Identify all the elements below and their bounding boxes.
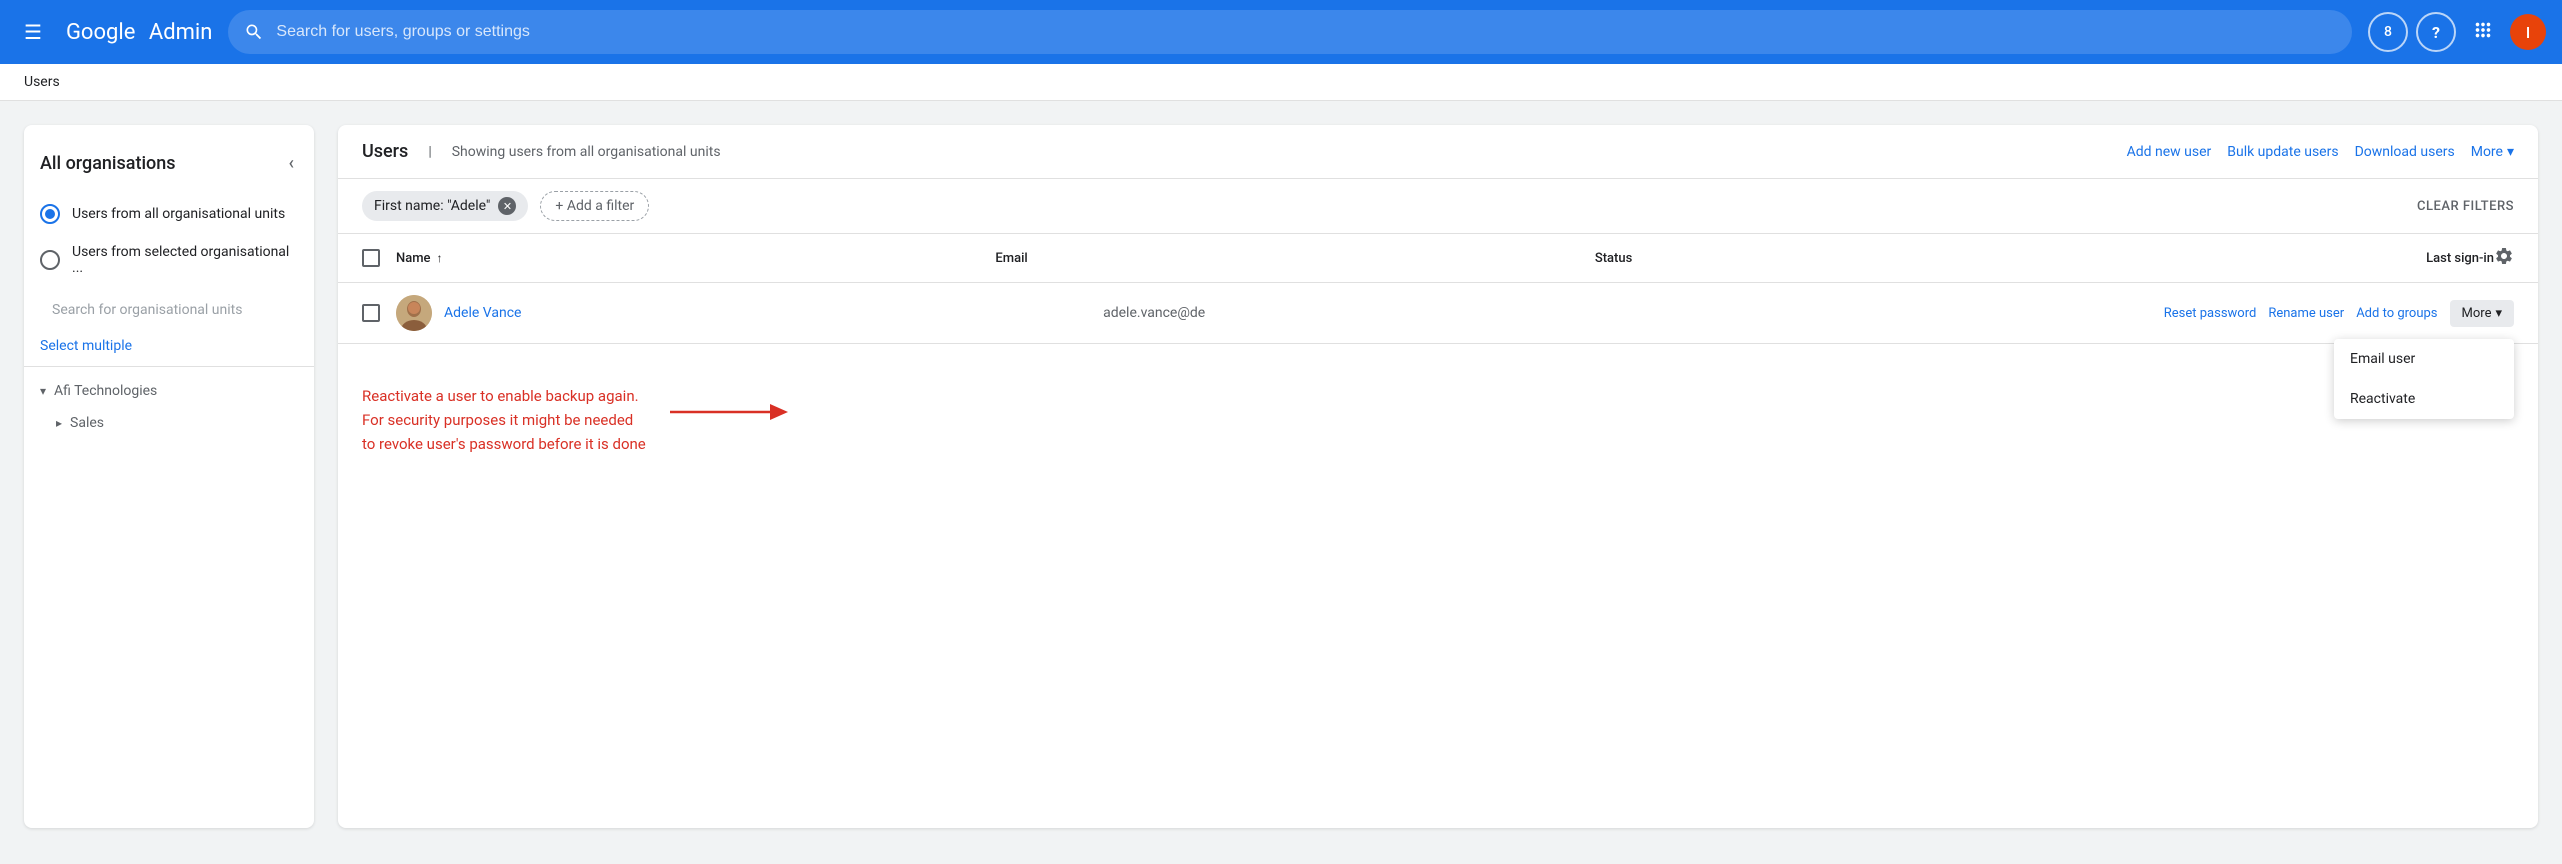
sort-arrow-icon: ↑ xyxy=(437,251,443,265)
help-btn[interactable]: ? xyxy=(2416,12,2456,52)
more-dropdown-menu: Email user Reactivate xyxy=(2334,339,2514,419)
add-filter-btn[interactable]: + Add a filter xyxy=(540,191,649,221)
header-more-btn[interactable]: More ▾ xyxy=(2471,144,2514,160)
apps-icon[interactable] xyxy=(2464,11,2502,54)
info-message-area: Reactivate a user to enable backup again… xyxy=(338,344,2538,496)
sidebar-divider xyxy=(24,366,314,367)
reset-password-btn[interactable]: Reset password xyxy=(2164,306,2257,321)
col-last-signin-header: Last sign-in xyxy=(1895,251,2494,266)
checkbox-all[interactable] xyxy=(362,249,380,267)
col-email-header: Email xyxy=(995,251,1594,266)
add-to-groups-btn[interactable]: Add to groups xyxy=(2356,306,2437,321)
col-name-label: Name xyxy=(396,251,431,266)
sidebar-collapse-btn[interactable]: ‹ xyxy=(284,149,298,178)
radio-unselected-indicator xyxy=(40,250,60,270)
org-item-sales[interactable]: ▸ Sales xyxy=(24,407,314,439)
search-icon xyxy=(244,22,264,42)
support-btn[interactable]: 8 xyxy=(2368,12,2408,52)
info-arrow-icon xyxy=(670,392,790,432)
bulk-update-users-btn[interactable]: Bulk update users xyxy=(2227,144,2338,160)
filters-row: First name: "Adele" ✕ + Add a filter CLE… xyxy=(338,179,2538,234)
col-status-header: Status xyxy=(1595,251,1895,266)
page-title: Users xyxy=(362,141,408,162)
rename-user-btn[interactable]: Rename user xyxy=(2268,306,2344,321)
filter-chip-close-btn[interactable]: ✕ xyxy=(498,197,516,215)
dropdown-reactivate[interactable]: Reactivate xyxy=(2334,379,2514,419)
col-name-header[interactable]: Name ↑ xyxy=(396,251,995,266)
search-input[interactable] xyxy=(276,23,2336,41)
user-name-cell: Adele Vance xyxy=(396,295,1103,331)
select-multiple-btn[interactable]: Select multiple xyxy=(24,334,314,358)
content-header: Users | Showing users from all organisat… xyxy=(338,125,2538,179)
checkbox-row[interactable] xyxy=(362,304,380,322)
more-label: More xyxy=(2462,306,2492,321)
user-photo xyxy=(396,295,432,331)
info-message-text: Reactivate a user to enable backup again… xyxy=(362,384,646,456)
radio-all-org-units[interactable]: Users from all organisational units xyxy=(32,194,306,234)
logo-admin: Admin xyxy=(149,20,213,45)
row-checkbox[interactable] xyxy=(362,304,380,322)
add-filter-label: + Add a filter xyxy=(555,198,634,214)
breadcrumb-label: Users xyxy=(24,74,60,90)
org-search-placeholder: Search for organisational units xyxy=(52,302,242,318)
header-actions: 8 ? I xyxy=(2368,11,2546,54)
global-search-bar[interactable] xyxy=(228,10,2352,54)
sidebar: All organisations ‹ Users from all organ… xyxy=(24,125,314,828)
filter-chip-label: First name: "Adele" xyxy=(374,198,490,214)
select-all-checkbox[interactable] xyxy=(362,249,380,267)
sidebar-title: All organisations xyxy=(40,153,176,174)
user-avatar[interactable]: I xyxy=(2510,14,2546,50)
dropdown-email-user[interactable]: Email user xyxy=(2334,339,2514,379)
clear-filters-btn[interactable]: CLEAR FILTERS xyxy=(2417,199,2514,214)
org-unit-search[interactable]: Search for organisational units xyxy=(40,294,298,326)
add-new-user-btn[interactable]: Add new user xyxy=(2127,144,2212,160)
arrow-graphic xyxy=(670,392,790,432)
user-actions: Reset password Rename user Add to groups… xyxy=(2164,300,2514,327)
main-container: All organisations ‹ Users from all organ… xyxy=(0,101,2562,852)
content-panel: Users | Showing users from all organisat… xyxy=(338,125,2538,828)
settings-icon[interactable] xyxy=(2494,246,2514,270)
row-more-btn[interactable]: More ▾ xyxy=(2450,300,2514,327)
org-unit-radio-group: Users from all organisational units User… xyxy=(24,194,314,286)
menu-icon[interactable]: ☰ xyxy=(16,12,50,52)
app-logo: Google Admin xyxy=(66,20,212,45)
table-header: Name ↑ Email Status Last sign-in xyxy=(338,234,2538,283)
user-email-value: adele.vance@de xyxy=(1103,305,1205,321)
chevron-down-icon: ▾ xyxy=(40,384,46,398)
title-separator: | xyxy=(428,144,431,160)
table-row: Adele Vance adele.vance@de Reset passwor… xyxy=(338,283,2538,344)
radio-selected-indicator xyxy=(40,204,60,224)
org-child-label: Sales xyxy=(70,415,104,431)
user-name-label[interactable]: Adele Vance xyxy=(444,305,1103,321)
org-item-afi[interactable]: ▾ Afi Technologies xyxy=(24,375,314,407)
radio-selected-org-label: Users from selected organisational ... xyxy=(72,244,298,276)
chevron-down-icon: ▾ xyxy=(2507,144,2514,160)
user-avatar-img xyxy=(396,295,432,331)
radio-selected-org-units[interactable]: Users from selected organisational ... xyxy=(32,234,306,286)
logo-google: Google xyxy=(66,20,135,45)
user-email-cell: adele.vance@de xyxy=(1103,305,1810,321)
app-header: ☰ Google Admin 8 ? I xyxy=(0,0,2562,64)
radio-all-org-label: Users from all organisational units xyxy=(72,206,285,222)
org-item-label: Afi Technologies xyxy=(54,383,157,399)
sidebar-header: All organisations ‹ xyxy=(24,141,314,194)
download-users-btn[interactable]: Download users xyxy=(2355,144,2455,160)
active-filter-chip: First name: "Adele" ✕ xyxy=(362,191,528,221)
breadcrumb: Users xyxy=(0,64,2562,101)
chevron-down-icon: ▾ xyxy=(2495,306,2502,321)
chevron-right-icon: ▸ xyxy=(56,416,62,430)
page-subtitle: Showing users from all organisational un… xyxy=(452,144,721,160)
content-actions: Add new user Bulk update users Download … xyxy=(2127,144,2514,160)
